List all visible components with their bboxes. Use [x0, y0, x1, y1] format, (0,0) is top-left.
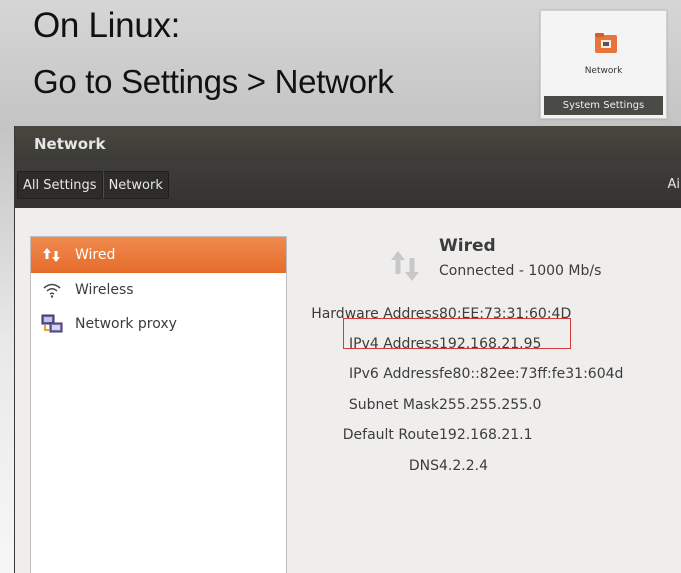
sidebar-item-label: Wireless: [75, 282, 134, 298]
toolbar: All Settings Network Ai: [15, 162, 681, 208]
network-proxy-icon: [41, 314, 63, 334]
sidebar-item-wired[interactable]: Wired: [31, 237, 286, 273]
sidebar-item-network-proxy[interactable]: Network proxy: [31, 307, 286, 341]
network-launcher-tile[interactable]: Network System Settings: [540, 10, 667, 119]
dns-value: 4.2.2.4: [439, 458, 488, 474]
dns-row: DNS 4.2.2.4: [290, 458, 681, 478]
ipv6-address-label: IPv6 Address: [349, 366, 439, 382]
sidebar-item-label: Network proxy: [75, 316, 177, 332]
ipv6-address-row: IPv6 Address fe80::82ee:73ff:fe31:604d: [290, 366, 681, 386]
network-settings-window: Network All Settings Network Ai Wired Wi…: [14, 126, 681, 573]
ipv6-address-value: fe80::82ee:73ff:fe31:604d: [439, 366, 624, 382]
ipv4-address-label: IPv4 Address: [349, 336, 439, 352]
window-title: Network: [15, 126, 681, 162]
ipv4-address-row: IPv4 Address 192.168.21.95: [290, 336, 681, 356]
dns-label: DNS: [408, 458, 439, 474]
network-folder-icon: [595, 33, 617, 53]
launcher-footer: System Settings: [544, 96, 663, 115]
wired-arrows-icon: [41, 245, 63, 265]
default-route-row: Default Route 192.168.21.1: [290, 427, 681, 447]
wifi-icon: [41, 280, 63, 300]
connection-title: Wired: [439, 236, 496, 256]
headline-line-1: On Linux:: [33, 6, 181, 45]
wired-connection-icon: [391, 251, 419, 281]
sidebar-item-wireless[interactable]: Wireless: [31, 273, 286, 307]
launcher-label: Network: [584, 66, 623, 76]
subnet-mask-label: Subnet Mask: [348, 397, 439, 413]
subnet-mask-value: 255.255.255.0: [439, 397, 542, 413]
headline-line-2: Go to Settings > Network: [33, 63, 394, 100]
default-route-value: 192.168.21.1: [439, 427, 533, 443]
default-route-label: Default Route: [342, 427, 439, 443]
ipv4-address-value: 192.168.21.95: [439, 336, 542, 352]
toolbar-right-text: Ai: [667, 177, 680, 192]
connection-status: Connected - 1000 Mb/s: [439, 263, 602, 279]
subnet-mask-row: Subnet Mask 255.255.255.0: [290, 397, 681, 417]
connection-details: Wired Connected - 1000 Mb/s Hardware Add…: [290, 236, 681, 573]
sidebar-item-label: Wired: [75, 247, 116, 263]
sidebar: Wired Wireless Network proxy: [30, 236, 287, 573]
breadcrumb-network[interactable]: Network: [102, 171, 169, 199]
breadcrumb-all-settings[interactable]: All Settings: [17, 171, 103, 199]
